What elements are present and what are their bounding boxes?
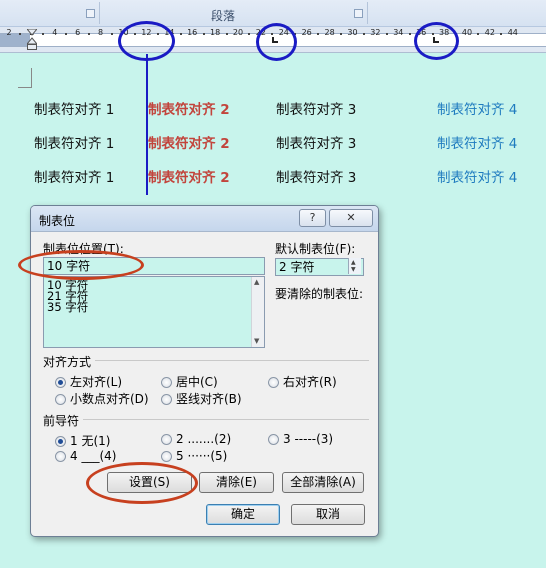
clear-all-button[interactable]: 全部清除(A)	[282, 472, 364, 493]
help-button[interactable]: ?	[299, 209, 326, 227]
leader-middots-option[interactable]: 5 ······(5)	[161, 449, 227, 463]
leader-underline-option[interactable]: 4 ___(4)	[55, 449, 116, 463]
clear-button[interactable]: 清除(E)	[199, 472, 274, 493]
align-left-option[interactable]: 左对齐(L)	[55, 373, 122, 390]
close-button[interactable]: ✕	[329, 209, 373, 227]
ruler-tick-label: 26	[301, 28, 312, 37]
list-item[interactable]: 35 字符	[47, 301, 88, 313]
scroll-up-icon[interactable]: ▲	[254, 278, 259, 286]
font-dialog-launcher-icon[interactable]	[86, 9, 95, 18]
list-scrollbar[interactable]: ▲ ▼	[251, 277, 264, 347]
radio-selected-icon[interactable]	[55, 436, 66, 447]
dialog-title: 制表位	[39, 214, 76, 228]
ruler-tick-label: 28	[324, 28, 335, 37]
group-divider	[43, 419, 369, 420]
ribbon-separator	[99, 2, 100, 24]
alignment-group-title: 对齐方式	[43, 353, 96, 370]
cancel-button[interactable]: 取消	[291, 504, 365, 525]
radio-icon[interactable]	[161, 377, 172, 388]
text-boundary-corner	[18, 68, 32, 88]
clear-tabs-label: 要清除的制表位:	[275, 287, 364, 301]
tab-position-list[interactable]: 10 字符 21 字符 35 字符 ▲ ▼	[43, 276, 265, 348]
leader-dots-option[interactable]: 2 .......(2)	[161, 432, 231, 446]
leader-dashes-option[interactable]: 3 -----(3)	[268, 432, 333, 446]
ruler-tick-label: 16	[187, 28, 198, 37]
close-icon: ✕	[346, 211, 356, 224]
paragraph-group-title: 段落	[211, 9, 236, 23]
default-tab-spinner[interactable]: ▲ ▼	[348, 258, 361, 274]
tab-text-col1: 制表符对齐 1	[34, 102, 115, 118]
radio-selected-icon[interactable]	[55, 377, 66, 388]
ok-button[interactable]: 确定	[206, 504, 280, 525]
radio-icon[interactable]	[55, 451, 66, 462]
help-icon: ?	[309, 211, 316, 224]
ruler-tick-label: 6	[75, 28, 81, 37]
radio-icon[interactable]	[161, 451, 172, 462]
ruler-tick-label: 32	[370, 28, 381, 37]
paragraph-dialog-launcher-icon[interactable]	[354, 9, 363, 18]
tab-text-col1: 制表符对齐 1	[34, 170, 115, 186]
radio-icon[interactable]	[268, 434, 279, 445]
align-center-option[interactable]: 居中(C)	[161, 373, 218, 390]
annotation-circle	[86, 462, 198, 504]
leader-group-title: 前导符	[43, 412, 84, 429]
tab-text-col4: 制表符对齐 4	[437, 102, 518, 118]
radio-icon[interactable]	[55, 394, 66, 405]
ruler-tick-label: 8	[98, 28, 104, 37]
annotation-circle	[256, 23, 297, 61]
ruler-tick-label: 34	[393, 28, 404, 37]
ruler-tick-label: 44	[507, 28, 518, 37]
tab-text-col4: 制表符对齐 4	[437, 136, 518, 152]
dialog-titlebar[interactable]: 制表位 ? ✕	[31, 206, 378, 232]
tab-text-col1: 制表符对齐 1	[34, 136, 115, 152]
radio-icon[interactable]	[161, 434, 172, 445]
annotation-circle	[18, 250, 144, 280]
align-decimal-option[interactable]: 小数点对齐(D)	[55, 390, 149, 407]
ribbon-separator	[367, 2, 368, 24]
default-tab-label: 默认制表位(F):	[275, 242, 356, 256]
ruler-tick-label: 30	[347, 28, 358, 37]
ruler-tick-label: 2	[6, 28, 12, 37]
indent-marker-icon[interactable]	[27, 29, 37, 50]
scroll-down-icon[interactable]: ▼	[254, 337, 259, 345]
tab-text-col3: 制表符对齐 3	[276, 170, 357, 186]
tab-text-col4: 制表符对齐 4	[437, 170, 518, 186]
ruler-tick-label: 4	[52, 28, 58, 37]
spin-down-icon[interactable]: ▼	[351, 266, 356, 273]
tab-text-col2: 制表符对齐 2	[148, 136, 230, 152]
align-bar-option[interactable]: 竖线对齐(B)	[161, 390, 242, 407]
annotation-circle	[414, 22, 459, 60]
tab-text-col3: 制表符对齐 3	[276, 102, 357, 118]
radio-icon[interactable]	[268, 377, 279, 388]
ruler-tick-label: 40	[461, 28, 473, 37]
tab-text-col2: 制表符对齐 2	[148, 102, 230, 118]
spin-up-icon[interactable]: ▲	[351, 259, 356, 266]
tab-text-col3: 制表符对齐 3	[276, 136, 357, 152]
ruler-tick-label: 20	[232, 28, 244, 37]
align-right-option[interactable]: 右对齐(R)	[268, 373, 337, 390]
leader-none-option[interactable]: 1 无(1)	[55, 432, 110, 449]
ruler-tick-label: 18	[210, 28, 221, 37]
ruler-tick-label: 42	[484, 28, 495, 37]
tab-text-col2: 制表符对齐 2	[148, 170, 230, 186]
radio-icon[interactable]	[161, 394, 172, 405]
